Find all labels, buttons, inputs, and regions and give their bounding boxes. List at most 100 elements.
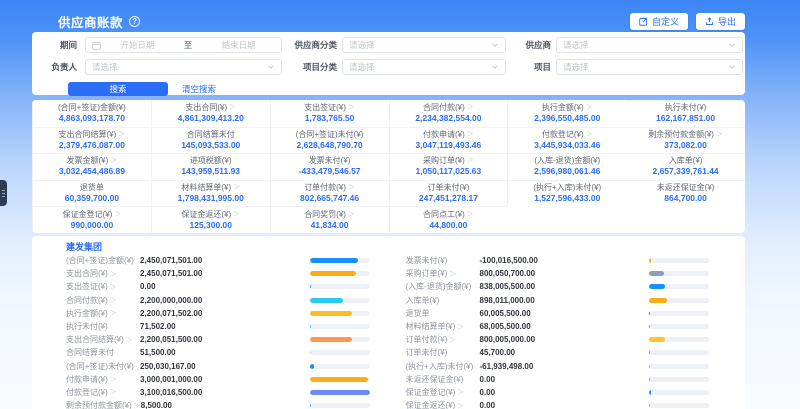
chevron-right-icon: ＞ [233,210,240,220]
stat-cell: 退货单＞ 60,359,700.00 [32,180,151,207]
stat-cell[interactable]: 执行金额(¥)＞ 2,396,550,485.00 [507,100,626,127]
stat-cell: (入库-退货)金额(¥)＞ 2,596,980,061.46 [507,153,626,180]
stat-label: 支出合同(¥)＞ [185,103,236,113]
bar-fill [310,284,312,289]
stat-cell[interactable]: 保证金返还(¥)＞ 125,300.00 [151,206,270,233]
bar-track [649,324,709,329]
metric-row[interactable]: 付款申请(¥)＞ 3,000,001,000.00 [66,373,406,386]
stat-cell[interactable]: 订单付款(¥)＞ 802,665,747.46 [270,180,389,207]
stat-cell[interactable]: 材料结算单(¥)＞ 1,798,431,995.00 [151,180,270,207]
stat-cell: (执行+入库)未付(¥)＞ 1,527,596,433.00 [507,180,626,207]
search-button[interactable]: 搜索 [68,82,168,96]
customize-label: 自定义 [652,15,679,28]
metric-value: 8,500.00 [141,401,310,409]
metric-row[interactable]: 付款登记(¥)＞ 3,100,016,500.00 [66,386,406,399]
stat-cell[interactable]: 合同奖罚(¥)＞ 41,834.00 [270,206,389,233]
metric-value: 838,005,500.00 [480,282,650,291]
chevron-right-icon: ＞ [134,401,141,409]
project-category-select[interactable]: 请选择 [342,59,506,75]
owner-select[interactable]: 请选择 [85,59,282,75]
stat-cell[interactable]: 付款申请(¥)＞ 3,047,119,493.46 [389,127,508,154]
metric-value: 2,450,071,501.00 [140,269,310,278]
bar-fill [649,271,664,276]
stat-cell[interactable]: 付款登记(¥)＞ 3,445,934,033.46 [507,127,626,154]
metric-row[interactable]: 订单付款(¥)＞ 800,005,000.00 [406,333,746,346]
stat-label: 执行未付(¥)＞ [665,103,707,113]
edit-square-icon [639,17,648,26]
metric-row[interactable]: 保证金返还(¥)＞ 0.00 [406,399,746,409]
start-date-placeholder: 开始日期 [101,39,174,51]
metric-label: 支出合同(¥)＞ [66,268,140,279]
export-icon [705,17,714,26]
stat-cell[interactable]: 合同付款(¥)＞ 2,234,382,554.00 [389,100,508,127]
stat-cell: 执行未付(¥)＞ 162,167,851.00 [626,100,745,127]
export-button[interactable]: 导出 [696,13,745,30]
stat-cell[interactable]: 支出合同(¥)＞ 4,861,309,413.20 [151,100,270,127]
chevron-right-icon: ＞ [118,130,125,140]
supplier-category-select[interactable]: 请选择 [342,37,506,53]
bar-track [649,390,709,395]
metric-row: 未返还保证金(¥)＞ 0.00 [406,373,746,386]
stat-value: 2,596,980,061.46 [534,166,600,177]
kpi-stats-grid: (合同+签证)金额(¥)＞ 4,863,093,178.70 支出合同(¥)＞ … [32,100,745,233]
stat-cell[interactable]: 保证金登记(¥)＞ 990,000.00 [32,206,151,233]
stat-cell[interactable]: 发票金额(¥)＞ 3,032,454,486.89 [32,153,151,180]
metric-row[interactable]: 剩余预付款金额(¥)＞ 8,500.00 [66,399,406,409]
bar-fill [310,298,343,303]
customize-button[interactable]: 自定义 [630,13,688,30]
stat-label: 合同奖罚(¥)＞ [304,210,355,220]
chevron-right-icon: ＞ [110,308,117,318]
select-placeholder: 请选择 [349,61,491,73]
metric-row[interactable]: 支出签证(¥)＞ 0.00 [66,280,406,293]
chevron-right-icon: ＞ [110,269,117,279]
chevron-right-icon: ＞ [233,183,240,193]
stat-value: 864,700.00 [664,193,707,204]
help-icon[interactable]: ? [129,16,140,27]
chevron-right-icon: ＞ [110,282,117,292]
metric-row[interactable]: 合同付款(¥)＞ 2,200,000,000.00 [66,294,406,307]
date-range-input[interactable]: 开始日期 至 结束日期 [85,37,282,53]
metric-row[interactable]: 采购订单(¥)＞ 800,050,700.00 [406,267,746,280]
stat-cell: 进项税额(¥)＞ 143,959,511.93 [151,153,270,180]
metric-row[interactable]: 材料结算单(¥)＞ 68,005,500.00 [406,320,746,333]
stat-value: 1,527,596,433.00 [534,193,600,204]
stat-label: 合同付款(¥)＞ [423,103,474,113]
metric-value: 2,200,000,000.00 [140,296,310,305]
metric-row[interactable]: 执行金额(¥)＞ 2,200,071,502.00 [66,307,406,320]
collapsed-sidebar-handle[interactable] [0,180,7,206]
project-select[interactable]: 请选择 [556,59,743,75]
metric-row: 订单未付(¥)＞ 45,700.00 [406,346,746,359]
bar-fill [310,403,312,408]
bar-track [649,403,709,408]
chevron-right-icon: ＞ [586,130,593,140]
metric-value: -61,939,498.00 [480,362,650,371]
metric-row[interactable]: 保证金登记(¥)＞ 0.00 [406,386,746,399]
chevron-right-icon: ＞ [457,387,464,397]
project-category-label: 项目分类 [287,61,337,73]
stat-label: 订单付款(¥)＞ [304,183,355,193]
chevron-right-icon: ＞ [467,130,474,140]
bar-fill [649,258,651,263]
bar-fill [649,364,650,369]
stat-cell[interactable]: 采购订单(¥)＞ 1,050,117,025.63 [389,153,508,180]
metric-label: 付款申请(¥)＞ [66,374,140,385]
supplier-select[interactable]: 请选择 [556,37,743,53]
bar-fill [649,298,667,303]
metric-row[interactable]: 支出合同(¥)＞ 2,450,071,501.00 [66,267,406,280]
chevron-right-icon: ＞ [114,210,121,220]
metric-row: 执行未付(¥)＞ 71,502.00 [66,320,406,333]
stat-cell[interactable]: 合同点工(¥)＞ 44,800.00 [389,206,508,233]
stat-cell[interactable]: 支出合同结算(¥)＞ 2,379,476,087.00 [32,127,151,154]
bar-track [310,337,370,342]
stat-cell[interactable]: 支出签证(¥)＞ 1,783,765.50 [270,100,389,127]
bar-track [310,258,370,263]
stat-value: 44,800.00 [430,220,468,231]
main-content: 供应商账款 ? 自定义 导出 期间 开始日期 [32,0,745,409]
clear-search-link[interactable]: 清空搜索 [182,83,216,95]
bar-fill [649,377,650,382]
metric-row[interactable]: 支出合同结算(¥)＞ 2,200,051,500.00 [66,333,406,346]
company-name-link[interactable]: 建发集团 [66,240,745,254]
bar-track [310,350,370,355]
stat-cell[interactable]: 剩余预付款金额(¥)＞ 373,082.00 [626,127,745,154]
bar-track [310,324,370,329]
